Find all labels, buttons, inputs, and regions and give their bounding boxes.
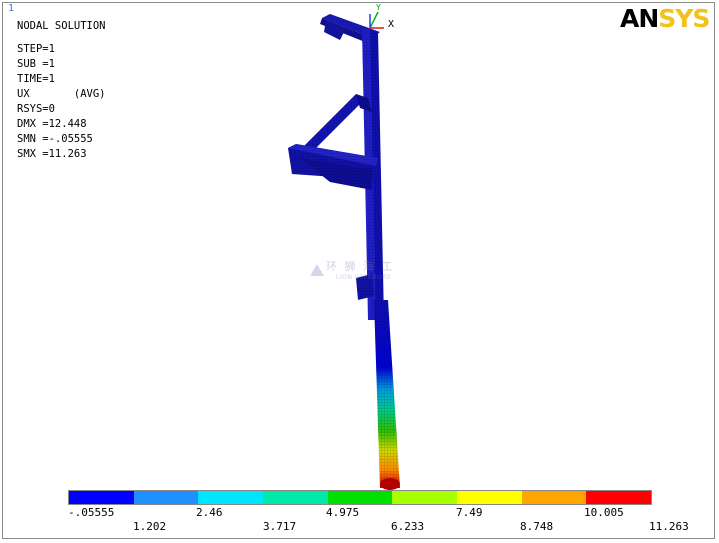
legend-band-2 <box>133 491 199 504</box>
legend-color-bar <box>68 490 652 505</box>
legend-label-bottom-3: 6.233 <box>391 520 425 533</box>
legend-label-top-1: -.05555 <box>68 506 115 519</box>
legend-band-8 <box>521 491 587 504</box>
triad-x-label: X <box>388 19 395 30</box>
legend-band-5 <box>327 491 393 504</box>
cantilever-arm <box>288 144 378 190</box>
watermark-emblem-icon <box>310 264 324 276</box>
legend-label-top-2: 2.46 <box>196 506 223 519</box>
legend-band-7 <box>457 491 522 504</box>
legend-label-bottom-1: 1.202 <box>133 520 167 533</box>
watermark-logo: 环 狮 海 工 LION OFFSHORE <box>308 258 416 288</box>
legend-band-6 <box>392 491 458 504</box>
legend-label-bottom-2: 3.717 <box>263 520 297 533</box>
watermark-subtitle: LION OFFSHORE <box>336 274 392 281</box>
legend-band-3 <box>198 491 264 504</box>
legend-label-bottom-4: 8.748 <box>520 520 554 533</box>
legend-label-top-5: 10.005 <box>584 506 624 519</box>
contour-legend <box>68 490 652 505</box>
legend-label-bottom-5: 11.263 <box>649 520 689 533</box>
legend-band-9 <box>586 491 652 504</box>
legend-label-top-3: 4.975 <box>326 506 360 519</box>
coordinate-triad-icon <box>369 11 384 29</box>
column-lower-leg <box>374 300 400 490</box>
legend-band-4 <box>263 491 328 504</box>
legend-label-top-4: 7.49 <box>456 506 483 519</box>
legend-band-1 <box>69 491 134 504</box>
watermark-title: 环 狮 海 工 <box>326 260 395 273</box>
